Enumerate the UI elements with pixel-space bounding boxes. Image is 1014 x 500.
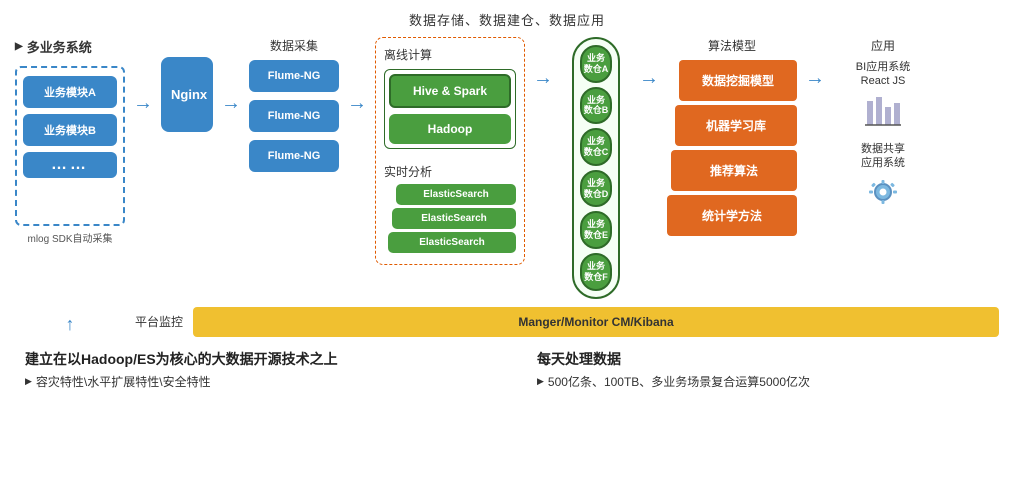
app-share-icon <box>833 174 933 213</box>
algo-box-4: 统计学方法 <box>667 195 797 236</box>
monitor-label: 平台监控 <box>135 313 183 330</box>
bottom-right-sub: 500亿条、100TB、多业务场景复合运算5000亿次 <box>537 373 989 390</box>
flume-box-2: Flume-NG <box>249 100 339 132</box>
app-bi-label: BI应用系统React JS <box>833 60 933 89</box>
biz-header: 多业务系统 <box>15 37 125 56</box>
dw-item-d: 业务数仓D <box>580 170 613 208</box>
hive-hadoop-group: Hive & Spark Hadoop <box>384 69 516 149</box>
arrow-algo-to-app: → <box>805 37 825 90</box>
dw-item-c: 业务数仓C <box>580 128 613 166</box>
biz-module-a: 业务模块A <box>23 76 117 108</box>
nginx-box: Nginx <box>161 57 213 132</box>
monitor-bar: Manger/Monitor CM/Kibana <box>193 307 999 337</box>
warehouse-section: 业务数仓A 业务数仓B 业务数仓C 业务数仓D 业务数仓E 业务数仓F <box>561 37 631 299</box>
bottom-text: 建立在以Hadoop/ES为核心的大数据开源技术之上 容灾特性\水平扩展特性\安… <box>15 349 999 390</box>
bottom-left: 建立在以Hadoop/ES为核心的大数据开源技术之上 容灾特性\水平扩展特性\安… <box>25 349 477 390</box>
compute-section: 离线计算 Hive & Spark Hadoop 实时分析 ElasticSea… <box>375 37 525 265</box>
algo-box-3: 推荐算法 <box>671 150 797 191</box>
dw-outer: 业务数仓A 业务数仓B 业务数仓C 业务数仓D 业务数仓E 业务数仓F <box>572 37 621 299</box>
app-label: 应用 <box>833 37 933 54</box>
bottom-left-bold: 建立在以Hadoop/ES为核心的大数据开源技术之上 <box>25 349 477 369</box>
algo-stack: 数据挖掘模型 机器学习库 推荐算法 统计学方法 <box>667 60 797 240</box>
up-arrow-icon: ↑ <box>15 314 125 335</box>
app-bi-icon <box>833 93 933 132</box>
es-stack: ElasticSearch ElasticSearch ElasticSearc… <box>388 184 516 256</box>
dw-item-e: 业务数仓E <box>580 211 613 249</box>
es-box-1: ElasticSearch <box>396 184 516 205</box>
biz-modules-container: 业务模块A 业务模块B …… <box>15 66 125 226</box>
app-share-label: 数据共享应用系统 <box>833 142 933 171</box>
biz-system-section: 多业务系统 业务模块A 业务模块B …… mlog SDK自动采集 <box>15 37 125 245</box>
diagram-area: 多业务系统 业务模块A 业务模块B …… mlog SDK自动采集 → Ngin… <box>15 37 999 299</box>
compute-combined: 离线计算 Hive & Spark Hadoop 实时分析 ElasticSea… <box>375 37 525 265</box>
hadoop-box: Hadoop <box>389 114 511 144</box>
arrow-warehouse-to-algo: → <box>639 37 659 90</box>
arrow-nginx-to-flume: → <box>221 37 241 115</box>
algo-box-1: 数据挖掘模型 <box>679 60 797 101</box>
offline-label: 离线计算 <box>384 46 516 63</box>
arrow-compute-to-warehouse: → <box>533 37 553 90</box>
biz-module-dots: …… <box>23 152 117 178</box>
bottom-left-sub: 容灾特性\水平扩展特性\安全特性 <box>25 373 477 390</box>
collect-section: 数据采集 Flume-NG Flume-NG Flume-NG <box>249 37 339 180</box>
hive-spark-box: Hive & Spark <box>389 74 511 108</box>
biz-module-b: 业务模块B <box>23 114 117 146</box>
realtime-label: 实时分析 <box>384 163 516 180</box>
algo-box-2: 机器学习库 <box>675 105 797 146</box>
es-box-2: ElasticSearch <box>392 208 516 229</box>
arrow-flume-to-compute: → <box>347 37 367 115</box>
top-title: 数据存储、数据建仓、数据应用 <box>15 10 999 29</box>
nginx-section: Nginx <box>161 37 213 132</box>
dw-item-a: 业务数仓A <box>580 45 613 83</box>
bottom-row: ↑ 平台监控 Manger/Monitor CM/Kibana <box>15 307 999 337</box>
algo-section: 算法模型 数据挖掘模型 机器学习库 推荐算法 统计学方法 <box>667 37 797 240</box>
collect-label: 数据采集 <box>249 37 339 54</box>
dw-group: 业务数仓A 业务数仓B 业务数仓C 业务数仓D 业务数仓E 业务数仓F <box>580 45 613 291</box>
app-bi: BI应用系统React JS <box>833 60 933 132</box>
dw-item-b: 业务数仓B <box>580 87 613 125</box>
app-section: 应用 BI应用系统React JS 数据共享应用系统 <box>833 37 933 213</box>
algo-label: 算法模型 <box>667 37 797 54</box>
biz-sub-label: mlog SDK自动采集 <box>15 230 125 245</box>
main-container: 数据存储、数据建仓、数据应用 多业务系统 业务模块A 业务模块B …… mlog… <box>0 0 1014 500</box>
flume-box-1: Flume-NG <box>249 60 339 92</box>
flume-box-3: Flume-NG <box>249 140 339 172</box>
dw-item-f: 业务数仓F <box>580 253 613 291</box>
flume-list: Flume-NG Flume-NG Flume-NG <box>249 60 339 180</box>
bottom-right-bold: 每天处理数据 <box>537 349 989 369</box>
bottom-right: 每天处理数据 500亿条、100TB、多业务场景复合运算5000亿次 <box>537 349 989 390</box>
arrow-biz-to-nginx: → <box>133 37 153 115</box>
es-box-3: ElasticSearch <box>388 232 516 253</box>
